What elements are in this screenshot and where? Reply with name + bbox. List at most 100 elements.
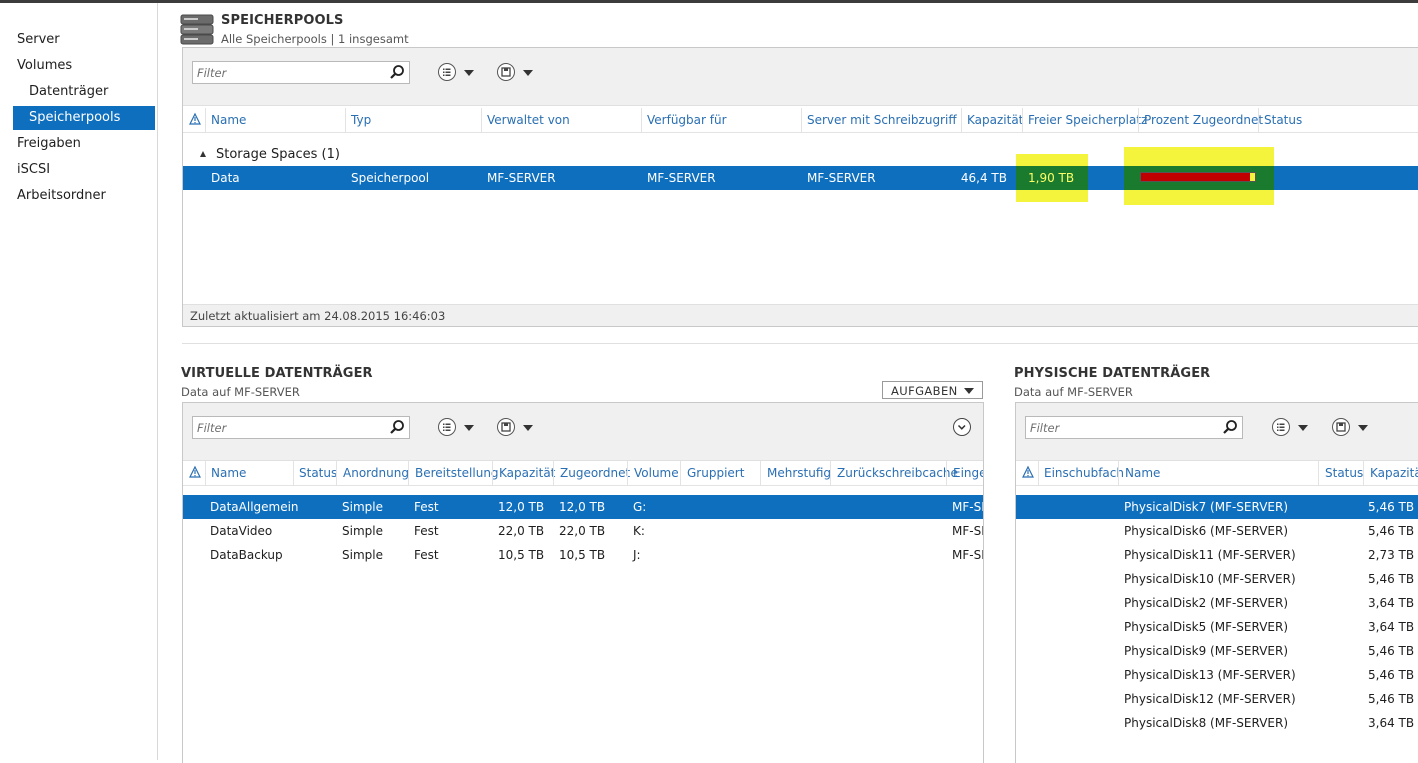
vcol-name[interactable]: Name — [211, 466, 246, 480]
col-verwaltet-von[interactable]: Verwaltet von — [487, 113, 570, 127]
virtual-row[interactable]: DataAllgemein Simple Fest 12,0 TB 12,0 T… — [183, 495, 983, 519]
search-icon[interactable] — [389, 419, 405, 435]
nav-item-iscsi[interactable]: iSCSI — [13, 158, 155, 182]
vcol-kapazitaet[interactable]: Kapazität — [499, 466, 555, 480]
vcol-eingeschlossen[interactable]: Einge — [953, 466, 983, 480]
nav-item-datentraeger[interactable]: Datenträger — [13, 80, 155, 104]
col-verfuegbar-fuer[interactable]: Verfügbar für — [647, 113, 727, 127]
physical-row[interactable]: PhysicalDisk9 (MF-SERVER) 5,46 TB — [1016, 639, 1418, 663]
physical-table-header: Einschubfach Name Status Kapazität — [1016, 461, 1418, 486]
section-divider — [182, 343, 1418, 344]
vdisk-capacity: 22,0 TB — [498, 524, 545, 538]
pools-filter-placeholder: Filter — [197, 66, 227, 80]
virtual-row[interactable]: DataVideo Simple Fest 22,0 TB 22,0 TB K:… — [183, 519, 983, 543]
physical-row[interactable]: PhysicalDisk6 (MF-SERVER) 5,46 TB — [1016, 519, 1418, 543]
col-server-schreibzugriff[interactable]: Server mit Schreibzugriff — [807, 113, 957, 127]
virtual-view-options-button[interactable] — [438, 417, 480, 439]
virtual-table-header: Name Status Anordnung Bereitstellung Kap… — [183, 461, 983, 486]
col-kapazitaet[interactable]: Kapazität — [967, 113, 1023, 127]
chevron-down-icon — [964, 388, 974, 394]
vcol-zurueckschreibcache[interactable]: Zurückschreibcache — [837, 466, 958, 480]
vcol-mehrstufig[interactable]: Mehrstufig — [767, 466, 831, 480]
pcol-status[interactable]: Status — [1325, 466, 1363, 480]
physical-view-options-button[interactable] — [1272, 417, 1314, 439]
pools-save-query-button[interactable] — [497, 62, 539, 84]
virtual-filter-input[interactable]: Filter — [192, 416, 410, 439]
pools-filter-input[interactable]: Filter — [192, 61, 410, 84]
warning-column-icon[interactable] — [1022, 465, 1034, 479]
virtual-subtitle: Data auf MF-SERVER — [181, 385, 300, 399]
physical-save-query-button[interactable] — [1332, 417, 1374, 439]
chevron-down-icon — [523, 425, 533, 431]
pools-title: SPEICHERPOOLS — [221, 13, 344, 28]
vcol-status[interactable]: Status — [299, 466, 337, 480]
pdisk-name: PhysicalDisk2 (MF-SERVER) — [1124, 596, 1288, 610]
vcol-volume[interactable]: Volume — [634, 466, 679, 480]
pdisk-capacity: 5,46 TB — [1368, 668, 1415, 682]
pdisk-capacity: 5,46 TB — [1368, 644, 1415, 658]
chevron-down-icon — [1298, 425, 1308, 431]
vdisk-layout: Simple — [342, 548, 383, 562]
tasks-dropdown[interactable]: AUFGABEN — [882, 381, 983, 399]
physical-row[interactable]: PhysicalDisk10 (MF-SERVER) 5,46 TB — [1016, 567, 1418, 591]
search-icon[interactable] — [389, 64, 405, 80]
pcol-kapazitaet[interactable]: Kapazität — [1370, 466, 1418, 480]
vdisk-enclosure: MF-SE — [952, 548, 983, 562]
nav-item-server[interactable]: Server — [13, 28, 155, 52]
nav-item-arbeitsordner[interactable]: Arbeitsordner — [13, 184, 155, 208]
physical-row[interactable]: PhysicalDisk2 (MF-SERVER) 3,64 TB — [1016, 591, 1418, 615]
pools-statusbar: Zuletzt aktualisiert am 24.08.2015 16:46… — [183, 304, 1418, 326]
vcol-zugeordnet[interactable]: Zugeordnet — [560, 466, 630, 480]
vdisk-name: DataVideo — [210, 524, 273, 538]
pdisk-name: PhysicalDisk11 (MF-SERVER) — [1124, 548, 1296, 562]
physical-filter-input[interactable]: Filter — [1025, 416, 1243, 439]
nav-item-freigaben[interactable]: Freigaben — [13, 132, 155, 156]
nav-item-speicherpools[interactable]: Speicherpools — [13, 106, 155, 130]
vdisk-provisioning: Fest — [414, 500, 439, 514]
percent-highlight — [1124, 147, 1274, 205]
vdisk-layout: Simple — [342, 524, 383, 538]
physical-row[interactable]: PhysicalDisk7 (MF-SERVER) 5,46 TB — [1016, 495, 1418, 519]
pools-panel: Filter Name Typ Verwaltet von Verfügbar … — [182, 47, 1418, 327]
chevron-down-icon — [464, 70, 474, 76]
virtual-row[interactable]: DataBackup Simple Fest 10,5 TB 10,5 TB J… — [183, 543, 983, 567]
search-icon[interactable] — [1222, 419, 1238, 435]
physical-filter-placeholder: Filter — [1030, 421, 1060, 435]
percent-allocated-bar — [1140, 172, 1256, 182]
pools-subtitle: Alle Speicherpools | 1 insgesamt — [221, 32, 409, 46]
physical-row[interactable]: PhysicalDisk5 (MF-SERVER) 3,64 TB — [1016, 615, 1418, 639]
vcol-bereitstellung[interactable]: Bereitstellung — [415, 466, 499, 480]
pools-view-options-button[interactable] — [438, 62, 480, 84]
pool-capacity: 46,4 TB — [960, 171, 1007, 185]
list-view-icon — [443, 423, 451, 431]
pcol-einschubfach[interactable]: Einschubfach — [1044, 466, 1124, 480]
virtual-save-query-button[interactable] — [497, 417, 539, 439]
vdisk-capacity: 10,5 TB — [498, 548, 545, 562]
pcol-name[interactable]: Name — [1125, 466, 1160, 480]
virtual-filter-placeholder: Filter — [197, 421, 227, 435]
physical-row[interactable]: PhysicalDisk8 (MF-SERVER) 3,64 TB — [1016, 711, 1418, 735]
col-name[interactable]: Name — [211, 113, 246, 127]
physical-row[interactable]: PhysicalDisk13 (MF-SERVER) 5,46 TB — [1016, 663, 1418, 687]
warning-column-icon[interactable] — [189, 465, 201, 479]
warning-column-icon[interactable] — [189, 112, 201, 126]
nav-item-volumes[interactable]: Volumes — [13, 54, 155, 78]
col-freier-speicherplatz[interactable]: Freier Speicherplatz — [1028, 113, 1147, 127]
physical-row[interactable]: PhysicalDisk11 (MF-SERVER) 2,73 TB — [1016, 543, 1418, 567]
physical-title: PHYSISCHE DATENTRÄGER — [1014, 366, 1211, 381]
vcol-gruppiert[interactable]: Gruppiert — [687, 466, 744, 480]
col-typ[interactable]: Typ — [351, 113, 371, 127]
collapse-triangle-icon[interactable] — [200, 151, 206, 157]
vcol-anordnung[interactable]: Anordnung — [343, 466, 409, 480]
physical-row[interactable]: PhysicalDisk12 (MF-SERVER) 5,46 TB — [1016, 687, 1418, 711]
pools-table-header: Name Typ Verwaltet von Verfügbar für Ser… — [183, 108, 1418, 133]
virtual-expand-button[interactable] — [953, 417, 971, 439]
pool-managed-by: MF-SERVER — [487, 171, 556, 185]
pdisk-name: PhysicalDisk12 (MF-SERVER) — [1124, 692, 1296, 706]
physical-panel: Filter Einschubfach Name Status Kapazitä… — [1015, 402, 1418, 763]
chevron-down-icon — [523, 70, 533, 76]
chevron-down-icon — [464, 425, 474, 431]
col-status[interactable]: Status — [1264, 113, 1302, 127]
col-prozent-zugeordnet[interactable]: Prozent Zugeordnet — [1144, 113, 1263, 127]
vdisk-volume: K: — [633, 524, 645, 538]
